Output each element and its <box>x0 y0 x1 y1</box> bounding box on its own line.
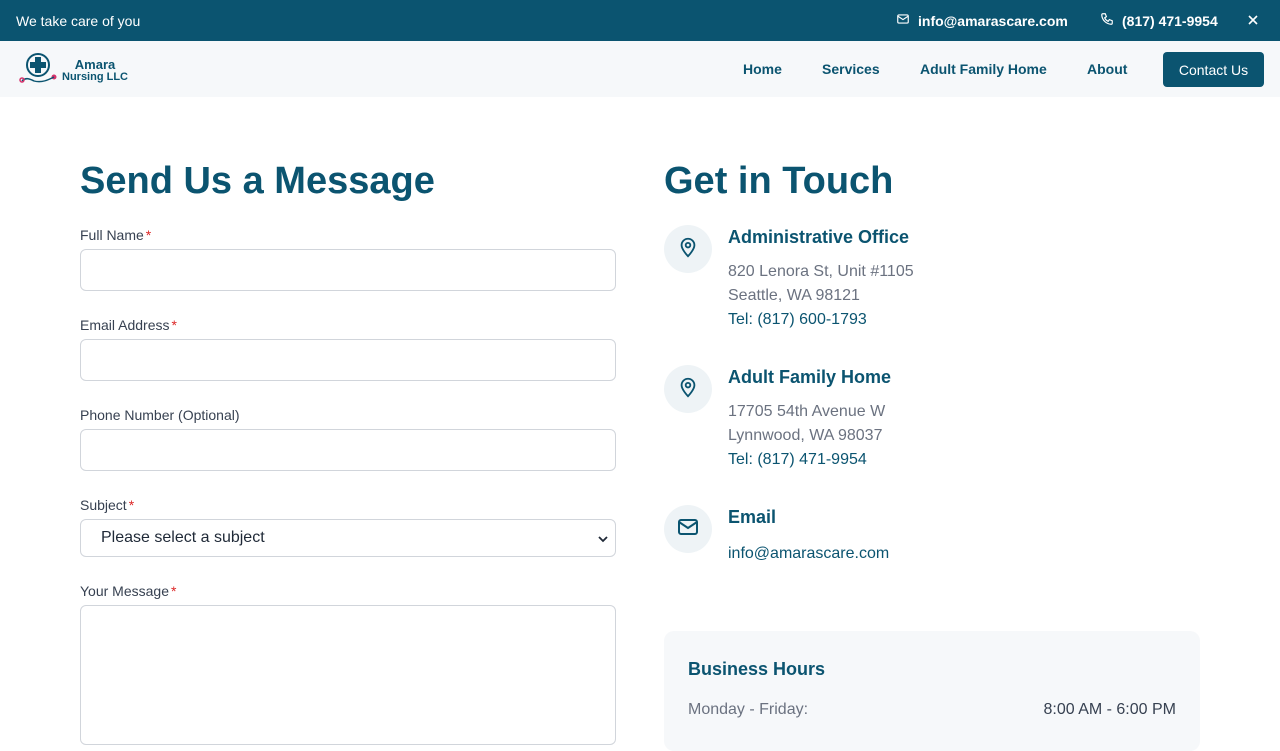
full-name-label-text: Full Name <box>80 227 144 243</box>
full-name-input[interactable] <box>80 249 616 291</box>
afh-address-line2: Lynnwood, WA 98037 <box>728 427 883 444</box>
office-title: Administrative Office <box>728 227 910 247</box>
required-mark: * <box>171 317 177 333</box>
message-label: Your Message * <box>80 583 176 599</box>
hours-day: Monday - Friday: <box>688 701 809 718</box>
logo-line2: Nursing LLC <box>62 70 128 83</box>
contact-title: Get in Touch <box>664 160 894 202</box>
contact-us-button[interactable]: Contact Us <box>1163 52 1264 87</box>
logo-mark-icon <box>18 51 58 90</box>
form-title: Send Us a Message <box>80 160 435 202</box>
subject-select-value: Please select a subject <box>101 529 265 546</box>
office-address-line2: Seattle, WA 98121 <box>728 287 860 304</box>
subject-label-text: Subject <box>80 497 127 513</box>
nav-services[interactable]: Services <box>822 61 880 77</box>
email-label: Email Address * <box>80 317 177 333</box>
required-mark: * <box>128 497 135 513</box>
hours-time: 8:00 AM - 6:00 PM <box>1043 701 1176 718</box>
topbar-phone-link[interactable]: (817) 471-9954 <box>1100 12 1218 29</box>
nav-home[interactable]: Home <box>743 61 782 77</box>
full-name-label: Full Name * <box>80 227 151 243</box>
office-tel-link[interactable]: Tel: (817) 600-1793 <box>728 311 867 329</box>
phone-label-text: Phone Number (Optional) <box>80 407 240 423</box>
chevron-down-icon <box>597 532 609 550</box>
email-title: Email <box>728 507 777 527</box>
close-icon <box>1248 12 1258 30</box>
nav-about[interactable]: About <box>1087 61 1127 77</box>
subject-select[interactable]: Please select a subject <box>80 519 616 557</box>
subject-label: Subject * <box>80 497 134 513</box>
office-address-line1: 820 Lenora St, Unit #1105 <box>728 263 914 280</box>
map-pin-icon <box>677 376 699 403</box>
map-pin-icon <box>677 236 699 263</box>
logo-text: Amara Nursing LLC <box>62 56 128 83</box>
afh-address-line1: 17705 54th Avenue W <box>728 403 886 420</box>
email-label-text: Email Address <box>80 317 170 333</box>
topbar-email-text: info@amarascare.com <box>918 12 1068 29</box>
logo[interactable]: Amara Nursing LLC <box>18 51 128 90</box>
topbar-phone-text: (817) 471-9954 <box>1122 12 1218 29</box>
required-mark: * <box>145 227 152 243</box>
mail-icon <box>896 12 910 29</box>
logo-line1: Amara <box>74 56 116 72</box>
email-icon-wrap <box>664 505 712 553</box>
business-hours-card: Business Hours Monday - Friday: 8:00 AM … <box>664 631 1200 751</box>
email-input[interactable] <box>80 339 616 381</box>
phone-input[interactable] <box>80 429 616 471</box>
topbar-email-link[interactable]: info@amarascare.com <box>896 12 1068 29</box>
required-mark: * <box>170 583 177 599</box>
afh-tel-link[interactable]: Tel: (817) 471-9954 <box>728 451 867 469</box>
phone-label: Phone Number (Optional) <box>80 407 240 423</box>
top-bar: We take care of you info@amarascare.com … <box>0 0 1280 41</box>
email-link[interactable]: info@amarascare.com <box>728 545 889 563</box>
tagline: We take care of you <box>16 12 141 29</box>
office-icon-wrap <box>664 225 712 273</box>
nav-adult-family-home[interactable]: Adult Family Home <box>920 61 1047 77</box>
mail-icon <box>676 515 700 544</box>
afh-title: Adult Family Home <box>728 367 892 387</box>
close-topbar-button[interactable] <box>1244 12 1262 30</box>
main-navbar: Amara Nursing LLC Home Services Adult Fa… <box>0 41 1280 97</box>
hours-title: Business Hours <box>688 659 826 679</box>
phone-icon <box>1100 12 1114 29</box>
afh-icon-wrap <box>664 365 712 413</box>
message-label-text: Your Message <box>80 583 169 599</box>
message-textarea[interactable] <box>80 605 616 745</box>
